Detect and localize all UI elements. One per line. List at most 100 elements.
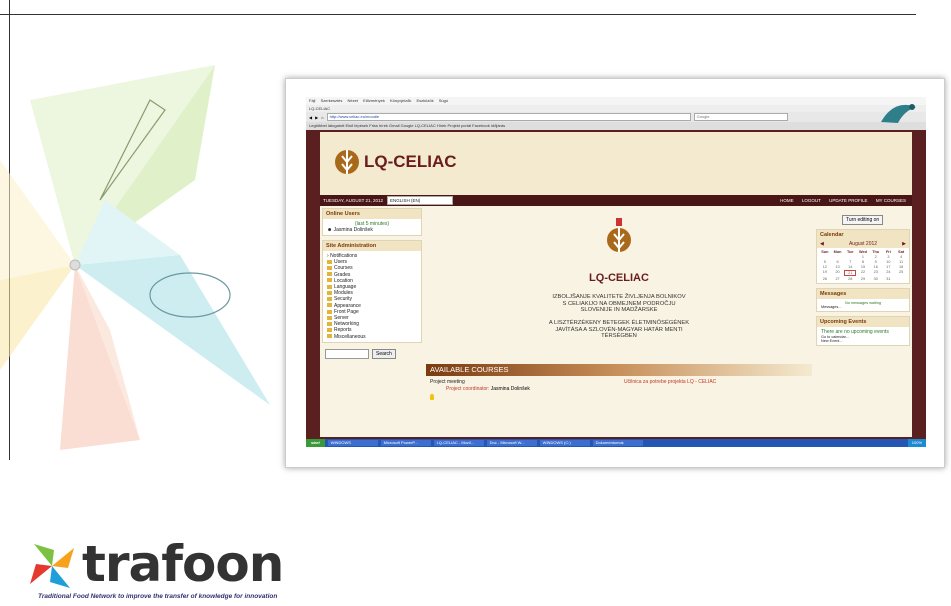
calendar-day[interactable]: 24: [883, 270, 895, 276]
taskbar-item[interactable]: Microsoft PowerP...: [380, 440, 431, 446]
back-icon[interactable]: ◀: [309, 115, 312, 120]
logo-wordmark: trafoon: [82, 535, 284, 593]
calendar-day[interactable]: 23: [870, 270, 882, 276]
calendar-day[interactable]: 9: [870, 260, 882, 264]
menu-item[interactable]: Fájl: [309, 98, 315, 103]
folder-icon: [327, 278, 332, 283]
admin-search-button[interactable]: Search: [372, 348, 396, 359]
course-coordinator: Project coordinator: Jasmina Dolinšek: [446, 386, 530, 392]
forward-icon[interactable]: ▶: [315, 115, 318, 120]
calendar-day[interactable]: 4: [895, 255, 907, 259]
nav-home[interactable]: HOME: [780, 198, 794, 203]
course-name[interactable]: Project meeting: [430, 379, 810, 385]
folder-icon: [327, 297, 332, 302]
right-column: Turn editing on Calendar ◀ August 2012 ▶…: [816, 208, 910, 350]
calendar-blank: [832, 255, 844, 259]
calendar-heading: Calendar: [817, 230, 909, 240]
browser-navbar: ◀ ▶ ⌂ http://www.celiac.eu/moodle Google: [306, 112, 926, 122]
taskbar-item[interactable]: WINDOWS: [327, 440, 378, 446]
calendar-day[interactable]: 21: [844, 270, 857, 276]
menu-item[interactable]: Nézet: [348, 98, 358, 103]
folder-icon: [327, 328, 332, 333]
calendar-block: Calendar ◀ August 2012 ▶ Sun Mon Tue Wed Thu…: [816, 229, 910, 284]
calendar-day[interactable]: 16: [870, 265, 882, 269]
folder-icon: [327, 259, 332, 264]
calendar-blank: [819, 255, 831, 259]
url-input[interactable]: http://www.celiac.eu/moodle: [326, 113, 691, 121]
calendar-day[interactable]: 17: [883, 265, 895, 269]
calendar-day[interactable]: 12: [819, 265, 831, 269]
user-icon: ☻: [327, 227, 333, 233]
calendar-day[interactable]: 5: [819, 260, 831, 264]
home-icon[interactable]: ⌂: [321, 115, 323, 120]
folder-icon: [327, 309, 332, 314]
system-tray: 100%: [907, 439, 926, 447]
browser-tab[interactable]: LQ-CELIAC: [306, 105, 926, 112]
calendar-day[interactable]: 1: [857, 255, 869, 259]
calendar-day[interactable]: 13: [832, 265, 844, 269]
menu-item[interactable]: Előzmények: [363, 98, 385, 103]
calendar-day[interactable]: 30: [870, 277, 882, 281]
menu-item[interactable]: Szerkesztés: [321, 98, 343, 103]
calendar-day[interactable]: 18: [895, 265, 907, 269]
slide-top-rule: [0, 14, 916, 15]
site-title[interactable]: LQ-CELIAC: [364, 152, 457, 172]
calendar-day[interactable]: 19: [819, 270, 831, 276]
site-admin-heading: Site Administration: [323, 241, 421, 251]
calendar-day[interactable]: 31: [883, 277, 895, 281]
calendar-day[interactable]: 20: [832, 270, 844, 276]
online-user[interactable]: ☻ Jasmina Dolinšek: [327, 227, 417, 233]
available-courses-heading: AVAILABLE COURSES: [426, 364, 812, 376]
calendar-day[interactable]: 22: [857, 270, 869, 276]
menu-item[interactable]: Eszközök: [416, 98, 433, 103]
folder-icon: [327, 315, 332, 320]
taskbar-item[interactable]: WINDOWS (C:): [539, 440, 590, 446]
nav-my-courses[interactable]: MY COURSES: [876, 198, 906, 203]
next-month-icon[interactable]: ▶: [902, 241, 906, 247]
menu-item[interactable]: Könyvjelzők: [390, 98, 411, 103]
calendar-day[interactable]: 7: [844, 260, 856, 264]
taskbar-item[interactable]: Dokumentumok: [592, 440, 643, 446]
celiac-logo-icon: [335, 150, 359, 174]
moodle-page: LQ-CELIAC TUESDAY, AUGUST 21, 2012 ENGLI…: [306, 130, 926, 439]
menu-item[interactable]: Súgó: [439, 98, 448, 103]
browser-menubar: Fájl Szerkesztés Nézet Előzmények Könyvj…: [306, 97, 926, 105]
calendar-day[interactable]: 29: [857, 277, 869, 281]
left-column: Online Users (last 5 minutes) ☻ Jasmina …: [322, 208, 422, 362]
language-select[interactable]: ENGLISH (EN): [387, 196, 454, 205]
center-title: LQ-CELIAC: [589, 272, 649, 284]
calendar-day[interactable]: 8: [857, 260, 869, 264]
admin-item-miscellaneous[interactable]: Miscellaneous: [327, 334, 417, 340]
calendar-day[interactable]: 3: [883, 255, 895, 259]
messages-heading: Messages: [817, 289, 909, 299]
calendar-day[interactable]: 2: [870, 255, 882, 259]
calendar-day[interactable]: 26: [819, 277, 831, 281]
calendar-day[interactable]: 28: [844, 277, 856, 281]
calendar-day[interactable]: 6: [832, 260, 844, 264]
site-admin-block: Site Administration › Notifications User…: [322, 240, 422, 343]
taskbar-item[interactable]: Doc - Microsoft W...: [486, 440, 537, 446]
calendar-day[interactable]: 27: [832, 277, 844, 281]
messages-block: Messages No messages waiting Messages...: [816, 288, 910, 312]
lightbulb-icon: [430, 394, 434, 400]
site-navbar: TUESDAY, AUGUST 21, 2012 ENGLISH (EN) HO…: [320, 195, 912, 206]
nav-logout[interactable]: LOGOUT: [802, 198, 821, 203]
prev-month-icon[interactable]: ◀: [820, 241, 824, 247]
nav-update-profile[interactable]: UPDATE PROFILE: [829, 198, 867, 203]
turn-editing-button[interactable]: Turn editing on: [842, 215, 884, 225]
bird-theme-icon: [881, 104, 916, 123]
calendar-day[interactable]: 15: [857, 265, 869, 269]
calendar-day[interactable]: 10: [883, 260, 895, 264]
start-button[interactable]: start: [306, 439, 325, 447]
moodle-content: LQ-CELIAC TUESDAY, AUGUST 21, 2012 ENGLI…: [320, 132, 912, 437]
calendar-day[interactable]: 14: [844, 265, 856, 269]
calendar-day[interactable]: 11: [895, 260, 907, 264]
messages-link[interactable]: Messages...: [821, 305, 905, 309]
bookmarks-bar[interactable]: Legtöbbet látogatott Első lépések Friss …: [306, 122, 926, 130]
taskbar-item[interactable]: LQ-CELIAC - Mozil...: [433, 440, 484, 446]
new-event-link[interactable]: New Event...: [821, 339, 905, 343]
calendar-day[interactable]: 25: [895, 270, 907, 276]
course-link[interactable]: Učilnica za potrebe projekta LQ - CELIAC: [624, 379, 716, 385]
search-input[interactable]: Google: [693, 113, 788, 121]
admin-search-input[interactable]: [325, 348, 369, 359]
